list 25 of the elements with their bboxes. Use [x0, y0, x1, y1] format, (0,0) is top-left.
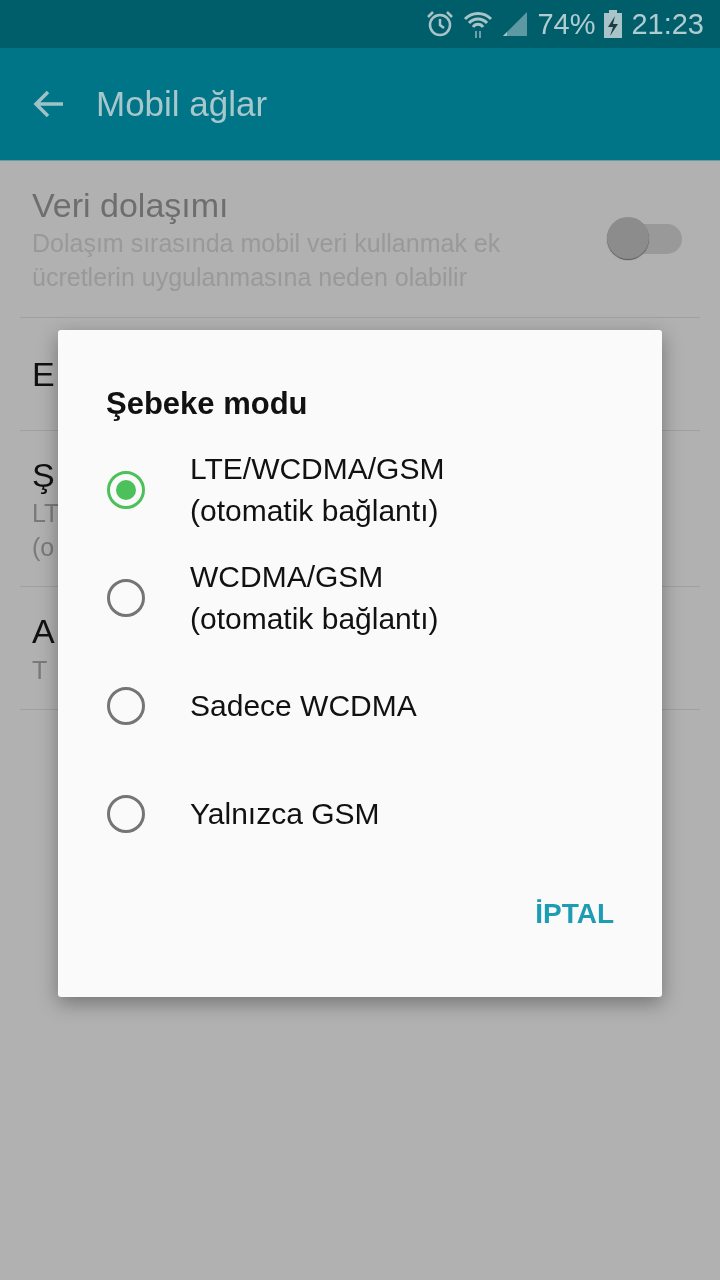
radio-button[interactable] [107, 687, 145, 725]
option-label: Sadece WCDMA [190, 688, 417, 724]
setting-title: Veri dolaşımı [32, 185, 229, 226]
option-label: Yalnızca GSM [190, 796, 380, 832]
setting-title: E [32, 353, 55, 395]
screen-title: Mobil ağlar [96, 84, 268, 124]
radio-option[interactable]: LTE/WCDMA/GSM (otomatik bağlantı) [106, 436, 614, 544]
option-label: LTE/WCDMA/GSM [190, 451, 445, 487]
radio-button[interactable] [107, 471, 145, 509]
radio-button[interactable] [107, 579, 145, 617]
clock: 21:23 [631, 7, 704, 41]
signal-icon [501, 10, 530, 38]
battery-percent: 74% [537, 7, 596, 41]
radio-button[interactable] [107, 795, 145, 833]
setting-title: A [32, 611, 55, 653]
radio-option[interactable]: Sadece WCDMA [106, 652, 614, 760]
option-label: WCDMA/GSM [190, 559, 385, 595]
option-label: (otomatik bağlantı) [190, 601, 439, 637]
option-label: (otomatik bağlantı) [190, 493, 440, 529]
radio-option[interactable]: WCDMA/GSM (otomatik bağlantı) [106, 544, 614, 652]
setting-title: Ş [32, 454, 55, 496]
wifi-icon [463, 9, 494, 39]
dialog-title: Şebeke modu [106, 386, 309, 422]
battery-charging-icon [603, 9, 624, 39]
radio-option[interactable]: Yalnızca GSM [106, 760, 614, 868]
